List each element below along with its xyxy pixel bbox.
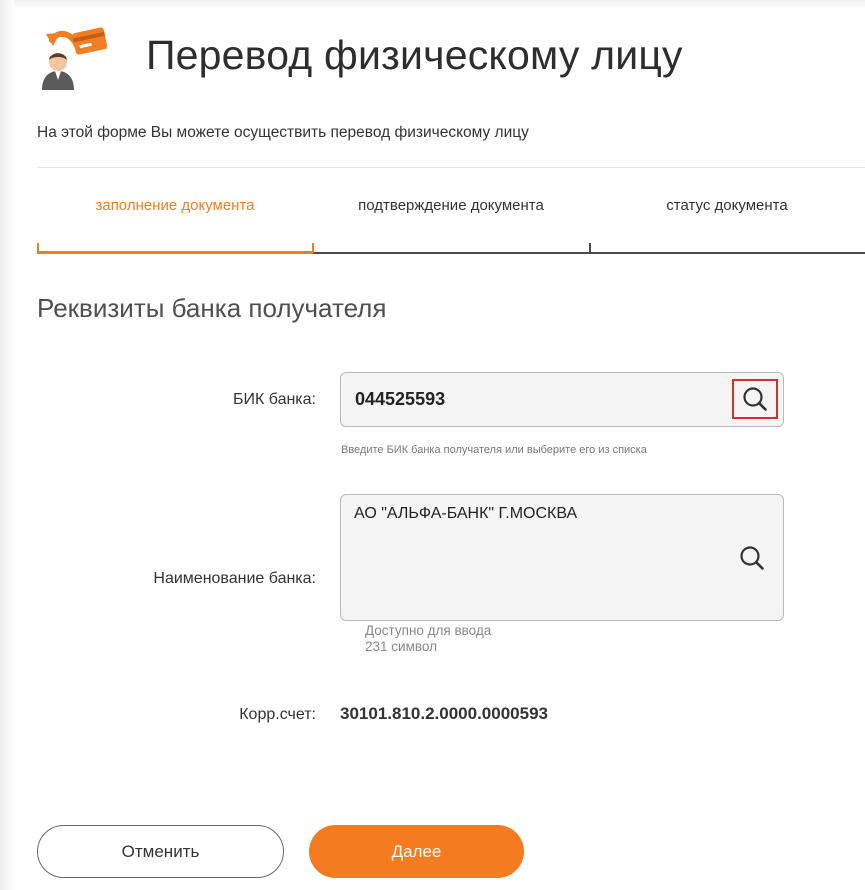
step-track-active <box>37 251 313 254</box>
bank-name-search-button[interactable] <box>729 538 775 578</box>
char-counter: Доступно для ввода 231 символ <box>365 623 491 655</box>
left-shadow <box>0 0 14 890</box>
char-counter-label: Доступно для ввода <box>365 623 492 638</box>
cancel-button[interactable]: Отменить <box>37 825 284 878</box>
page-title: Перевод физическому лицу <box>146 32 683 78</box>
bank-name-field[interactable]: АО "АЛЬФА-БАНК" Г.МОСКВА <box>340 494 784 621</box>
bank-name-value: АО "АЛЬФА-БАНК" Г.МОСКВА <box>354 505 578 522</box>
bik-hint: Введите БИК банка получателя или выберит… <box>341 444 647 456</box>
search-icon <box>740 546 764 570</box>
step-fill-document: заполнение документа <box>95 197 255 214</box>
search-icon <box>743 387 767 411</box>
bik-value: 044525593 <box>355 389 446 409</box>
bik-field[interactable]: 044525593 <box>340 372 784 427</box>
person-transfer-icon <box>42 27 108 90</box>
char-counter-value: 231 символ <box>365 639 437 654</box>
corr-account-label: Корр.счет: <box>239 706 316 723</box>
step-tick <box>37 243 39 253</box>
step-document-status: статус документа <box>666 197 788 214</box>
step-tick <box>589 243 591 253</box>
step-indicator: заполнение документа подтверждение докум… <box>37 196 865 256</box>
corr-account-value: 30101.810.2.0000.0000593 <box>340 704 548 723</box>
section-title: Реквизиты банка получателя <box>37 293 387 323</box>
next-button[interactable]: Далее <box>309 825 524 878</box>
bik-label: БИК банка: <box>233 391 316 408</box>
step-confirm-document: подтверждение документа <box>358 197 544 214</box>
step-tick <box>312 243 314 253</box>
page-subtitle: На этой форме Вы можете осуществить пере… <box>37 124 529 141</box>
bank-name-label: Наименование банка: <box>153 570 316 587</box>
header-divider <box>37 167 865 168</box>
top-shadow <box>0 0 865 8</box>
bik-search-button[interactable] <box>732 379 778 419</box>
